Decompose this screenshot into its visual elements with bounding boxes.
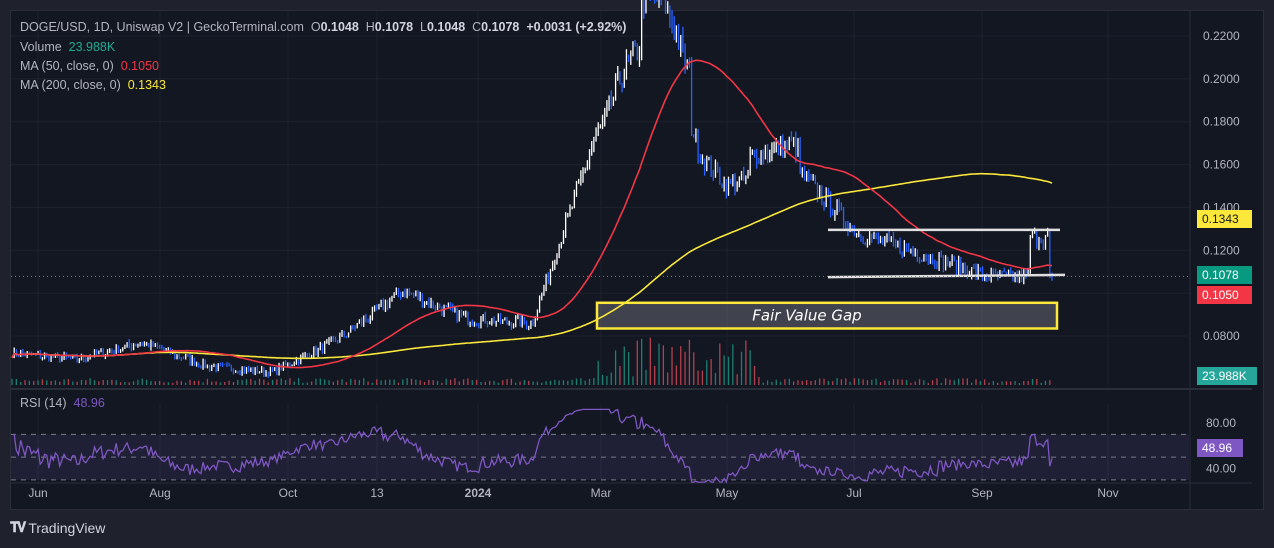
ma200-line [11,172,1053,360]
close-value: 0.1078 [481,20,520,34]
ma50-value: 0.1050 [120,59,159,73]
x-tick-label: 2024 [465,486,492,500]
x-tick-label: Oct [279,486,298,500]
x-tick-label: Mar [591,486,612,500]
y-tick-label: 0.0800 [1203,329,1240,343]
volume-value: 23.988K [68,40,116,54]
y-tick-label: 0.1600 [1203,158,1240,172]
volume-legend[interactable]: Volume 23.988K [20,40,115,54]
x-tick-label: Jul [846,486,861,500]
tradingview-logo[interactable]: 𝐓𝐕 TradingView [10,519,105,536]
y-tick-label: 0.1200 [1203,243,1240,257]
y-tick-label: 0.2200 [1203,29,1240,43]
last-price-tag: 0.1078 [1197,266,1252,284]
symbol-legend: DOGE/USD, 1D, Uniswap V2 | GeckoTerminal… [20,20,627,34]
rsi-tag: 48.96 [1197,439,1243,457]
ma200-legend[interactable]: MA (200, close, 0) 0.1343 [20,78,166,92]
x-tick-label: May [716,486,739,500]
open-value: 0.1048 [320,20,359,34]
x-tick-label: 13 [370,486,384,500]
rsi-legend[interactable]: RSI (14) 48.96 [20,396,105,410]
volume-tag: 23.988K [1197,367,1257,385]
ma200-price-tag: 0.1343 [1197,210,1252,228]
ma50-legend[interactable]: MA (50, close, 0) 0.1050 [20,59,159,73]
x-tick-label: Aug [149,486,170,500]
ma200-value: 0.1343 [127,78,166,92]
tradingview-brand: TradingView [28,519,106,536]
high-value: 0.1078 [374,20,414,34]
tradingview-logo-icon: 𝐓𝐕 [10,519,26,535]
y-tick-label: 0.1800 [1203,115,1240,129]
rsi-value: 48.96 [73,396,105,410]
rsi-tick-label: 40.00 [1206,462,1236,476]
ma50-price-tag: 0.1050 [1197,286,1252,304]
low-value: 0.1048 [426,20,466,34]
x-tick-label: Nov [1097,486,1118,500]
symbol-title: DOGE/USD, 1D, Uniswap V2 | GeckoTerminal… [20,20,304,34]
x-tick-label: Jun [28,486,47,500]
change-value: +0.0031 (+2.92%) [526,20,627,34]
price-chart[interactable]: 0.22000.20000.18000.16000.14000.12000.08… [0,0,1274,548]
x-tick-label: Sep [971,486,993,500]
y-tick-label: 0.2000 [1203,72,1240,86]
rsi-tick-label: 80.00 [1206,416,1236,430]
fair-value-gap-label: Fair Value Gap [752,307,861,325]
